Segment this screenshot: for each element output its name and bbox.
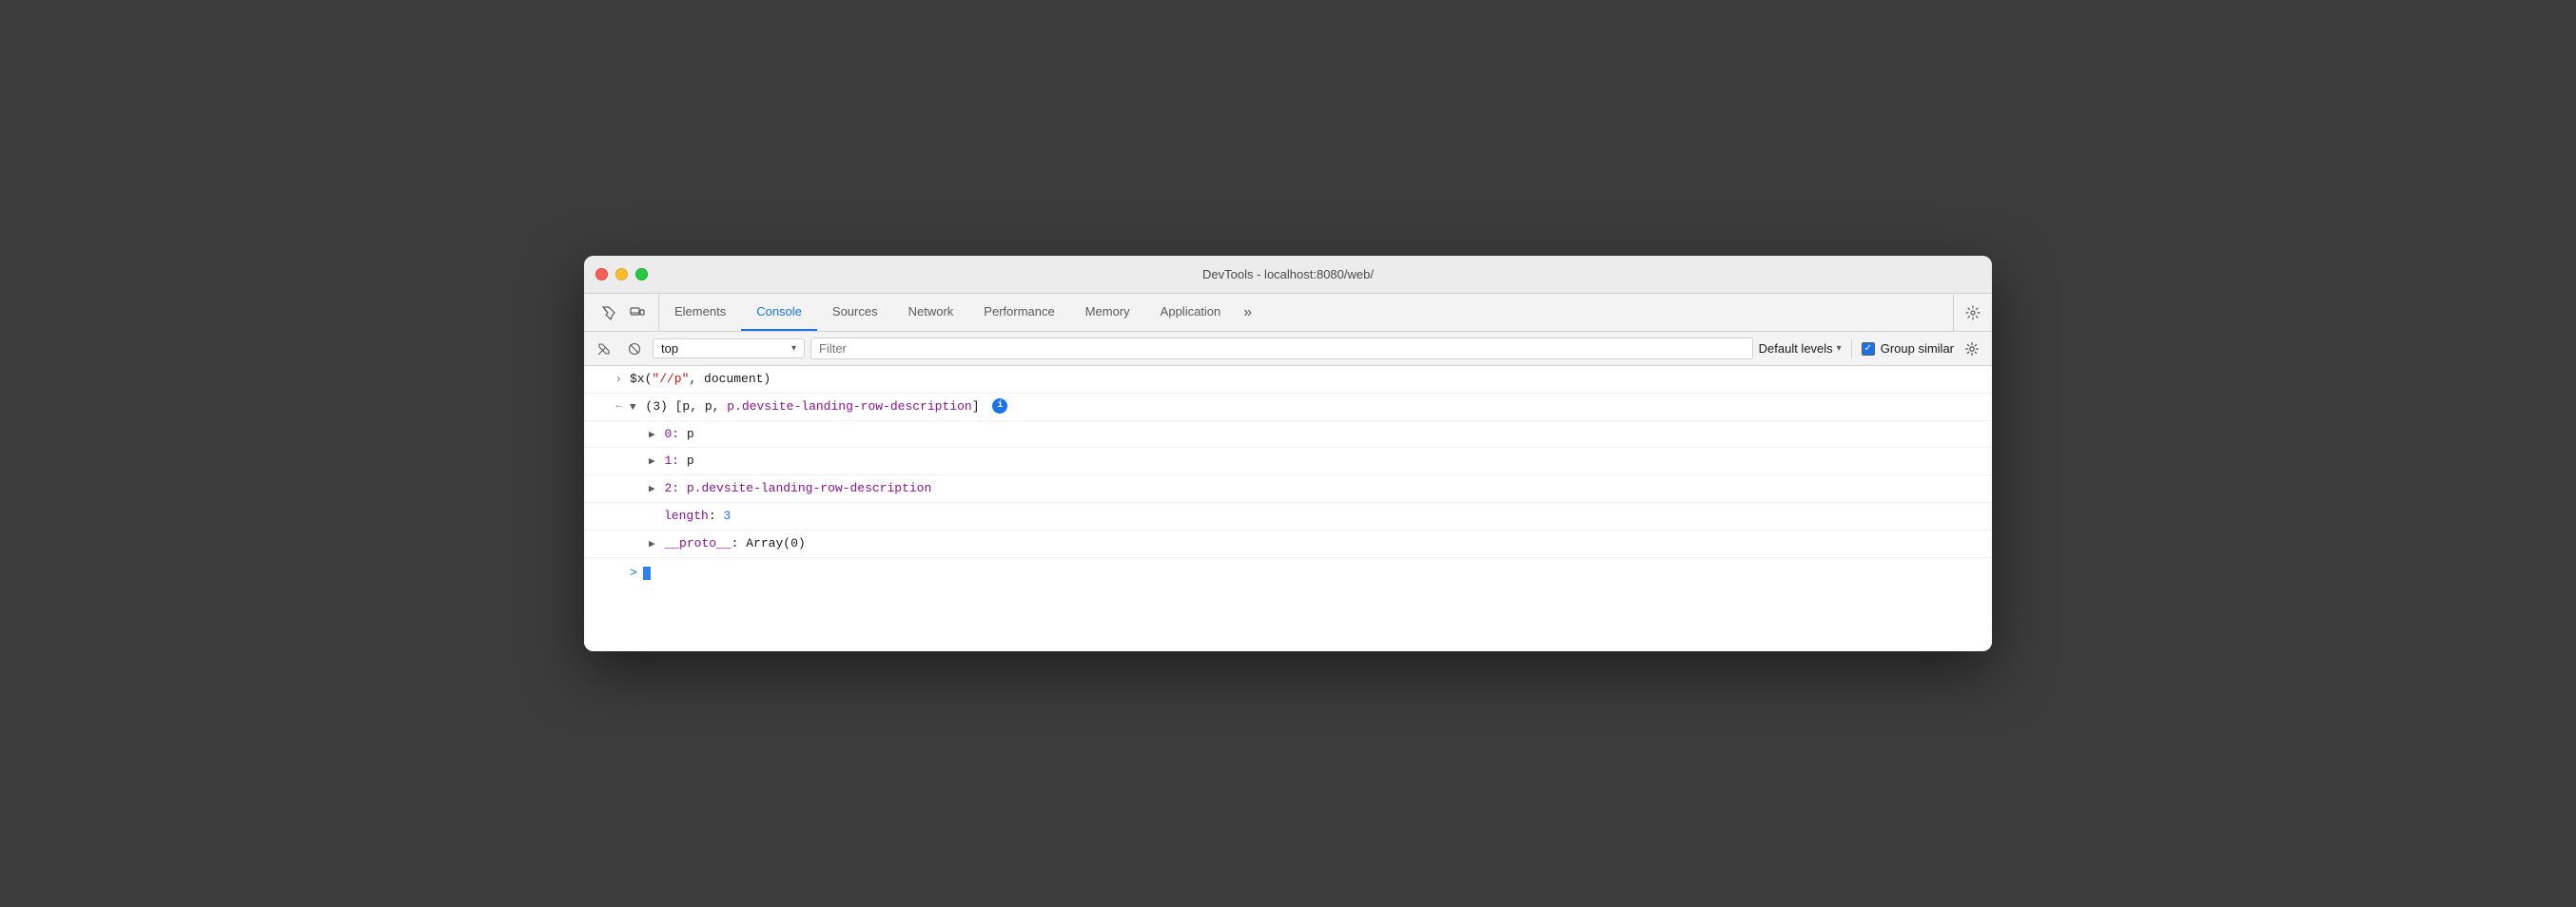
console-gutter [584,424,630,426]
console-result-item: ▶ 2: p.devsite-landing-row-description [630,478,1992,499]
console-cursor [643,567,651,580]
console-gutter [584,506,630,508]
console-result-item: ▶ 0: p [630,424,1992,445]
group-similar-label: Group similar [1881,341,1954,356]
execution-context-label: top [661,341,788,356]
console-result-item: ▶ 1: p [630,451,1992,472]
console-row: ▶ __proto__: Array(0) [584,531,1992,558]
console-row: ▶ 2: p.devsite-landing-row-description [584,475,1992,503]
console-result-property: length: 3 [630,506,1992,527]
console-toolbar: top ▾ Default levels ▾ ✓ Group similar [584,332,1992,366]
console-gutter [584,478,630,480]
window-title: DevTools - localhost:8080/web/ [1202,267,1374,281]
chevron-down-icon: ▾ [1837,343,1842,354]
stop-recording-button[interactable] [622,337,647,361]
tabbar: Elements Console Sources Network Perform… [584,294,1992,332]
console-input-row: > [584,558,1992,589]
toolbar-divider [1851,339,1852,358]
console-row: ▶ 1: p [584,448,1992,475]
devtools-window: DevTools - localhost:8080/web/ Elements [584,256,1992,651]
log-levels-dropdown[interactable]: Default levels ▾ [1759,341,1842,356]
tab-memory[interactable]: Memory [1070,294,1145,331]
close-button[interactable] [595,268,608,280]
console-settings-button[interactable] [1960,337,1984,361]
tab-network[interactable]: Network [893,294,969,331]
tab-elements[interactable]: Elements [659,294,741,331]
console-gutter: › [584,369,630,389]
tab-sources[interactable]: Sources [817,294,893,331]
inspect-element-button[interactable] [595,299,622,326]
info-badge: i [992,398,1007,414]
console-output: › $x("//p", document) ← ▼ (3) [p, p, p.d… [584,366,1992,651]
titlebar: DevTools - localhost:8080/web/ [584,256,1992,294]
console-row: length: 3 [584,503,1992,531]
console-gutter [584,533,630,535]
console-gutter: ← [584,396,630,415]
console-row: ▶ 0: p [584,421,1992,449]
group-similar-checkbox[interactable]: ✓ [1862,342,1875,356]
maximize-button[interactable] [635,268,648,280]
traffic-lights [595,268,648,280]
more-tabs-button[interactable]: » [1236,294,1259,331]
tabs: Elements Console Sources Network Perform… [659,294,1953,331]
tab-console[interactable]: Console [741,294,817,331]
console-row: › $x("//p", document) [584,366,1992,394]
console-result-item: ▶ __proto__: Array(0) [630,533,1992,554]
console-gutter [584,451,630,453]
console-prompt-icon: > [630,564,637,584]
device-toolbar-button[interactable] [624,299,651,326]
tabbar-icon-group [588,294,659,331]
tab-performance[interactable]: Performance [968,294,1069,331]
filter-input[interactable] [810,338,1753,359]
console-command: $x("//p", document) [630,369,1992,390]
chevron-down-icon: ▾ [791,343,796,354]
devtools-settings-button[interactable] [1953,294,1992,331]
console-row: ← ▼ (3) [p, p, p.devsite-landing-row-des… [584,394,1992,421]
clear-console-button[interactable] [592,337,616,361]
tab-application[interactable]: Application [1145,294,1237,331]
minimize-button[interactable] [615,268,628,280]
execution-context-select[interactable]: top ▾ [653,338,805,358]
console-result-header: ▼ (3) [p, p, p.devsite-landing-row-descr… [630,396,1992,417]
